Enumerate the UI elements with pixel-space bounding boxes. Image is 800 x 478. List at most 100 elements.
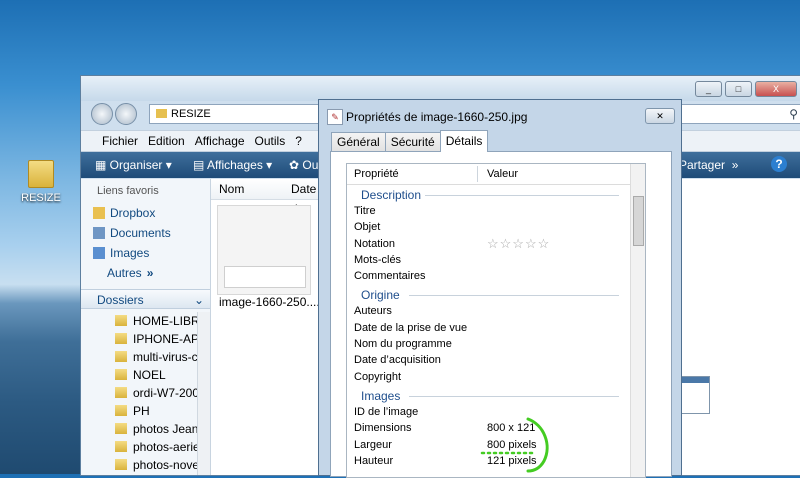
menu-edition[interactable]: Edition — [143, 131, 190, 151]
scrollbar-thumb[interactable] — [633, 196, 644, 246]
group-header: Images — [347, 385, 631, 404]
group-header: Origine — [347, 284, 631, 303]
property-row[interactable]: Nom du programme — [347, 336, 631, 352]
property-row[interactable]: Notation ☆☆☆☆☆ — [347, 236, 631, 252]
forward-button[interactable] — [115, 103, 137, 125]
folder-icon — [115, 369, 127, 380]
organiser-button[interactable]: ▦ Organiser ▾ — [95, 158, 172, 172]
folder-icon — [115, 441, 127, 452]
property-row[interactable]: ID de l’image — [347, 404, 631, 420]
property-list-scrollbar[interactable] — [630, 164, 645, 477]
chevron-down-icon: ⌄ — [193, 293, 204, 307]
explorer-titlebar — [81, 76, 800, 101]
tree-item[interactable]: IPHONE-APP — [81, 330, 210, 348]
tree-item[interactable]: PH — [81, 402, 210, 420]
property-row[interactable]: Mots-clés — [347, 252, 631, 268]
tree-item[interactable]: HOME-LIBRA — [81, 312, 210, 330]
folder-tree: HOME-LIBRA IPHONE-APP multi-virus-c NOEL… — [81, 312, 210, 475]
dialog-titlebar: ✎ Propriétés de image-1660-250.jpg ✕ — [319, 100, 681, 132]
file-name[interactable]: image-1660-250.... — [219, 295, 320, 309]
maximize-button[interactable]: □ — [725, 81, 752, 97]
property-row[interactable]: Commentaires — [347, 268, 631, 284]
menu-affichage[interactable]: Affichage — [190, 131, 250, 151]
dossiers-header[interactable]: Dossiers ⌄ — [81, 289, 210, 309]
dialog-close-button[interactable]: ✕ — [645, 108, 675, 124]
sidebar-item-images[interactable]: Images — [81, 243, 210, 263]
tree-item[interactable]: photos-octo — [81, 474, 210, 475]
address-text: RESIZE — [171, 108, 211, 120]
property-row[interactable]: Auteurs — [347, 303, 631, 319]
column-value[interactable]: Valeur — [487, 168, 518, 180]
property-row[interactable]: Date d’acquisition — [347, 352, 631, 368]
details-panel: Propriété Valeur Description Titre Objet… — [330, 151, 672, 478]
column-property[interactable]: Propriété — [354, 168, 399, 180]
property-row[interactable]: Dimensions 800 x 121 — [347, 420, 631, 436]
property-row[interactable]: Largeur 800 pixels — [347, 437, 631, 453]
menu-fichier[interactable]: Fichier — [97, 131, 143, 151]
property-name: Auteurs — [354, 305, 392, 318]
tree-item-label: photos-nove — [133, 458, 200, 472]
file-thumbnail[interactable] — [217, 205, 311, 295]
tab-general[interactable]: Général — [331, 132, 386, 151]
menu-outils[interactable]: Outils — [250, 131, 291, 151]
tree-item[interactable]: photos-aerie — [81, 438, 210, 456]
sidebar-item-label: Documents — [110, 226, 171, 240]
tree-scrollbar[interactable] — [197, 312, 210, 475]
ouvrir-button[interactable]: ✿ Ou — [289, 158, 318, 172]
desktop-folder-resize[interactable]: RESIZE — [18, 160, 64, 204]
rating-stars[interactable]: ☆☆☆☆☆ — [487, 236, 550, 252]
sidebar-item-documents[interactable]: Documents — [81, 223, 210, 243]
search-input[interactable]: ⚲ — [681, 104, 800, 124]
group-header: Description — [347, 184, 631, 203]
property-name: Titre — [354, 205, 376, 217]
menu-help[interactable]: ? — [290, 131, 307, 151]
property-name: Date de la prise de vue — [354, 321, 468, 334]
tree-item[interactable]: ordi-W7-2009 — [81, 384, 210, 402]
property-name: Nom du programme — [354, 338, 452, 351]
affichages-label: Affichages — [207, 158, 263, 172]
tab-details[interactable]: Détails — [439, 130, 489, 152]
documents-icon — [93, 227, 105, 239]
folder-icon — [115, 315, 127, 326]
property-name: Commentaires — [354, 270, 426, 283]
tab-securite[interactable]: Sécurité — [384, 132, 441, 151]
affichages-button[interactable]: ▤ Affichages ▾ — [193, 158, 272, 172]
help-icon[interactable]: ? — [771, 156, 787, 172]
tree-item-label: multi-virus-c — [133, 350, 198, 364]
image-file-icon: ✎ — [327, 109, 343, 125]
column-nom[interactable]: Nom — [219, 179, 244, 199]
property-row[interactable]: Titre — [347, 203, 631, 219]
property-rows: Description Titre Objet Notation ☆☆☆☆☆ Mo… — [347, 184, 631, 469]
property-list: Propriété Valeur Description Titre Objet… — [346, 163, 646, 478]
folder-icon — [115, 333, 127, 344]
thumbnail-preview — [224, 266, 306, 288]
property-row[interactable]: Date de la prise de vue — [347, 320, 631, 336]
window-controls: _ □ X — [695, 81, 797, 97]
property-row[interactable]: Copyright — [347, 369, 631, 385]
sidebar-item-dropbox[interactable]: Dropbox — [81, 203, 210, 223]
partager-button[interactable]: Partager » — [679, 158, 738, 172]
group-label: Origine — [361, 288, 400, 303]
property-name: Hauteur — [354, 454, 394, 467]
sidebar-item-label: Autres — [107, 266, 142, 280]
sidebar-item-label: Images — [110, 246, 150, 260]
folder-icon — [115, 387, 127, 398]
minimize-button[interactable]: _ — [695, 81, 722, 97]
property-value: 121 pixels — [487, 454, 537, 467]
tree-item[interactable]: multi-virus-c — [81, 348, 210, 366]
property-row[interactable]: Hauteur 121 pixels — [347, 453, 631, 469]
tree-item[interactable]: photos Jean- — [81, 420, 210, 438]
favorites-header: Liens favoris — [97, 185, 159, 197]
property-name: ID de l’image — [354, 405, 419, 418]
navigation-pane: Liens favoris Dropbox Documents Images A… — [81, 179, 211, 475]
sidebar-item-autres[interactable]: Autres » — [81, 263, 210, 283]
back-button[interactable] — [91, 103, 113, 125]
folder-icon — [156, 109, 167, 118]
tree-item[interactable]: photos-nove — [81, 456, 210, 474]
images-icon — [93, 247, 105, 259]
address-bar[interactable]: RESIZE — [149, 104, 337, 124]
tree-item[interactable]: NOEL — [81, 366, 210, 384]
close-button[interactable]: X — [755, 81, 797, 97]
property-row[interactable]: Objet — [347, 219, 631, 235]
tree-item-label: HOME-LIBRA — [133, 314, 208, 328]
